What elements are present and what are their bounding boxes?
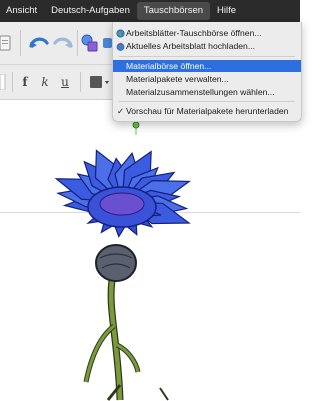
tool-icon-partial[interactable] [102, 34, 112, 52]
globe-icon [116, 29, 125, 38]
menu-item-arbeitsblatt-hochladen[interactable]: Aktuelles Arbeitsblatt hochladen... [113, 40, 301, 52]
menu-hilfe[interactable]: Hilfe [210, 2, 243, 20]
shapes-icon[interactable] [80, 32, 100, 54]
menu-bar: Ansicht Deutsch-Aufgaben Tauschbörsen Hi… [0, 0, 300, 23]
underline-button[interactable]: u [58, 74, 72, 90]
cornflower-illustration[interactable] [0, 100, 300, 401]
menu-item-materialzusammenstellungen[interactable]: Materialzusammenstellungen wählen... [113, 86, 301, 98]
globe-upload-icon [116, 42, 125, 51]
tauschboersen-dropdown: Arbeitsblätter-Tauschbörse öffnen... Akt… [112, 22, 302, 122]
checkmark-icon: ✓ [117, 106, 125, 116]
toolbar-separator [77, 30, 78, 56]
bold-button[interactable]: f [18, 74, 32, 90]
menu-item-materialboerse-oeffnen[interactable]: Materialbörse öffnen... [113, 60, 301, 72]
menu-divider [119, 101, 295, 102]
menu-ansicht[interactable]: Ansicht [0, 2, 44, 20]
menu-deutsch-aufgaben[interactable]: Deutsch-Aufgaben [44, 2, 137, 20]
toolbar-separator [20, 30, 21, 56]
color-picker-button[interactable] [88, 74, 112, 90]
undo-icon[interactable] [28, 34, 50, 52]
menu-tauschboersen[interactable]: Tauschbörsen [136, 2, 211, 20]
menu-item-vorschau-materialpakete[interactable]: ✓ Vorschau für Materialpakete herunterla… [113, 105, 301, 117]
menu-item-materialpakete-verwalten[interactable]: Materialpakete verwalten... [113, 73, 301, 85]
menu-item-arbeitsblaetter-tauschboerse[interactable]: Arbeitsblätter-Tauschbörse öffnen... [113, 27, 301, 39]
redo-icon[interactable] [52, 34, 74, 52]
toolbar-separator [12, 72, 13, 92]
toolbar-separator [80, 72, 81, 92]
menu-divider [119, 56, 295, 57]
dropdown-partial[interactable] [0, 74, 6, 90]
italic-button[interactable]: k [38, 74, 52, 90]
clipboard-icon[interactable] [0, 34, 14, 52]
